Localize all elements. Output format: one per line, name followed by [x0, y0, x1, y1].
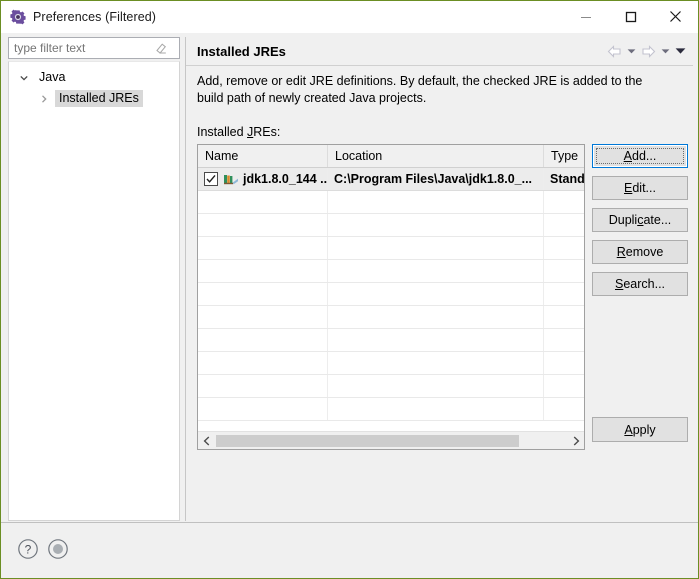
table-row-empty [198, 214, 584, 237]
tree-item-label: Java [39, 70, 66, 84]
search-input[interactable] [9, 38, 150, 58]
jre-library-icon [223, 172, 239, 186]
eraser-clear-icon[interactable] [152, 39, 170, 57]
close-icon [670, 11, 681, 22]
content-header: Installed JREs [186, 37, 693, 66]
table-header-row: Name Location Type [198, 145, 584, 168]
table-row-empty [198, 306, 584, 329]
filled-circle-icon[interactable] [47, 538, 69, 560]
chevron-down-icon[interactable] [17, 71, 31, 85]
page-description: Add, remove or edit JRE definitions. By … [197, 74, 643, 105]
view-menu-chevron-down-filled-icon[interactable] [674, 41, 687, 61]
navigation-icons [606, 37, 687, 65]
cell-location: C:\Program Files\Java\jdk1.8.0_... [328, 168, 544, 190]
duplicate-button[interactable]: Dupli c ate... [592, 208, 688, 232]
search-button[interactable]: Search... [592, 272, 688, 296]
filter-box[interactable] [8, 37, 180, 59]
tree-item-label: Installed JREs [55, 90, 143, 107]
tree-item-java[interactable]: Java [9, 67, 179, 88]
forward-menu-chevron-down-icon[interactable] [659, 41, 672, 61]
preferences-sidebar: Java Installed JREs [8, 37, 180, 521]
page-title: Installed JREs [197, 43, 286, 59]
table-label: Installed JREs: [197, 125, 281, 139]
table-row-empty [198, 260, 584, 283]
preferences-tree[interactable]: Java Installed JREs [8, 61, 180, 521]
content-panel: Installed JREs Add, remove or edit JRE d… [186, 37, 693, 521]
column-header-location[interactable]: Location [328, 145, 544, 167]
edit-button[interactable]: Edit... [592, 176, 688, 200]
table-row-empty [198, 398, 584, 421]
scroll-right-icon[interactable] [567, 432, 584, 449]
cell-type: Stand [550, 172, 584, 186]
apply-button[interactable]: Apply [592, 417, 688, 442]
table-row-empty [198, 329, 584, 352]
jre-checkbox[interactable] [204, 172, 218, 186]
add-button[interactable]: Add... [592, 144, 688, 168]
table-row-empty [198, 191, 584, 214]
column-header-name[interactable]: Name [198, 145, 328, 167]
table-row-empty [198, 283, 584, 306]
column-header-type[interactable]: Type [544, 145, 584, 167]
table-row-empty [198, 375, 584, 398]
back-menu-chevron-down-icon[interactable] [625, 41, 638, 61]
tree-item-installed-jres[interactable]: Installed JREs [9, 88, 179, 109]
cell-name: jdk1.8.0_144 ... [198, 168, 328, 190]
chevron-right-icon[interactable] [37, 92, 51, 106]
scrollbar-track[interactable] [215, 432, 567, 449]
maximize-button[interactable] [608, 1, 653, 32]
table-row-empty [198, 237, 584, 260]
jre-name-text: jdk1.8.0_144 ... [243, 172, 328, 186]
help-question-icon[interactable]: ? [17, 538, 39, 560]
table-row-empty [198, 352, 584, 375]
close-button[interactable] [653, 1, 698, 32]
horizontal-scrollbar[interactable] [198, 431, 584, 449]
edit-button-label-rest: dit... [632, 181, 656, 195]
scroll-left-icon[interactable] [198, 432, 215, 449]
svg-text:?: ? [25, 543, 32, 557]
installed-jres-table[interactable]: Name Location Type jdk1.8.0_144 ... C:\P… [197, 144, 585, 450]
scrollbar-thumb[interactable] [216, 434, 519, 447]
dialog-footer: ? OK Cancel [1, 523, 698, 578]
remove-button[interactable]: Remove [592, 240, 688, 264]
table-row[interactable]: jdk1.8.0_144 ... C:\Program Files\Java\j… [198, 168, 584, 191]
back-arrow-icon[interactable] [606, 41, 623, 61]
forward-arrow-icon[interactable] [640, 41, 657, 61]
add-button-label-rest: dd... [632, 149, 657, 163]
preferences-dialog: Preferences (Filtered) type filter text … [0, 0, 699, 579]
preferences-gear-icon [10, 9, 26, 25]
maximize-icon [625, 11, 636, 22]
table-body: jdk1.8.0_144 ... C:\Program Files\Java\j… [198, 168, 584, 421]
title-bar: Preferences (Filtered) [1, 1, 698, 33]
minimize-button[interactable] [563, 1, 608, 32]
window-controls [563, 1, 698, 32]
minimize-icon [580, 16, 591, 18]
window-title: Preferences (Filtered) [33, 10, 157, 24]
jre-action-buttons: Add... Edit... Dupli c ate... Remove Searc… [592, 144, 688, 296]
